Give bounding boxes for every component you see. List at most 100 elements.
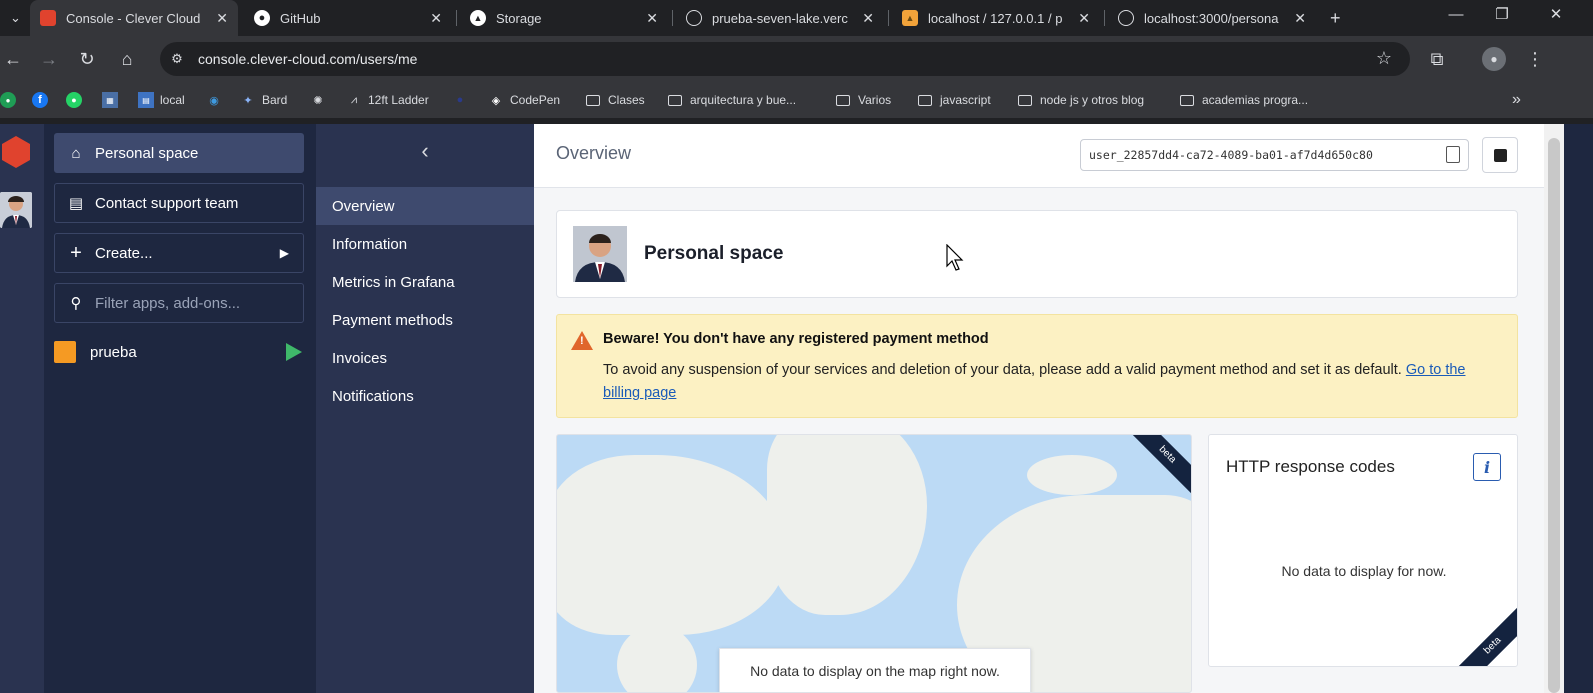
tab-localhost[interactable]: localhost:3000/persona ✕ <box>1108 0 1316 36</box>
bookmark-camera[interactable]: ◉ <box>206 91 228 109</box>
tab-github[interactable]: ● GitHub ✕ <box>244 0 452 36</box>
tab-separator <box>456 10 457 26</box>
new-tab-button[interactable]: + <box>1320 0 1350 36</box>
collapse-chevron-icon[interactable]: ‹ <box>316 136 534 166</box>
bookmark-blank[interactable]: ● <box>452 91 474 109</box>
close-icon[interactable]: ✕ <box>1078 10 1090 27</box>
site-info-icon[interactable]: ⚙ <box>168 50 186 68</box>
tab-separator <box>888 10 889 26</box>
map-landmass <box>557 455 787 635</box>
bookmark-folder-academias[interactable]: academias progra... <box>1180 91 1308 109</box>
contact-support-button[interactable]: ▤ Contact support team <box>54 183 304 223</box>
right-edge <box>1564 124 1593 693</box>
bookmark-calendar[interactable]: ▦ <box>102 91 124 109</box>
clipboard-icon[interactable] <box>1446 146 1460 163</box>
search-icon: ⚲ <box>70 295 82 312</box>
app-item-prueba[interactable]: prueba <box>54 338 304 366</box>
close-icon[interactable]: ✕ <box>1294 10 1306 27</box>
bookmark-label: local <box>160 93 185 107</box>
world-map[interactable]: beta No data to display on the map right… <box>556 434 1192 693</box>
create-button[interactable]: + Create... ▶ <box>54 233 304 273</box>
sub-navigation: ‹ Overview Information Metrics in Grafan… <box>316 124 534 693</box>
clever-cloud-console: ⌂ Personal space ▤ Contact support team … <box>0 124 1593 693</box>
bookmark-label: Clases <box>608 93 645 107</box>
subnav-metrics[interactable]: Metrics in Grafana <box>316 263 534 301</box>
tab-search-button[interactable]: ⌄ <box>0 0 30 36</box>
folder-icon <box>836 94 850 106</box>
bookmark-folder-nodejs[interactable]: node js y otros blog <box>1018 91 1144 109</box>
url-text[interactable]: console.clever-cloud.com/users/me <box>198 51 417 67</box>
subnav-invoices[interactable]: Invoices <box>316 339 534 377</box>
tab-title: GitHub <box>280 10 321 26</box>
vercel-icon: ▲ <box>470 10 486 26</box>
running-status-icon <box>286 343 302 361</box>
address-bar[interactable]: ⚙ console.clever-cloud.com/users/me ☆ <box>160 42 1410 76</box>
folder-icon <box>1180 94 1194 106</box>
copy-button[interactable] <box>1482 137 1518 173</box>
mouse-cursor-icon <box>946 244 964 271</box>
main-content: Overview user_22857dd4-ca72-4089-ba01-af… <box>534 124 1544 693</box>
bookmark-whatsapp[interactable]: ● <box>66 91 88 109</box>
tab-phpmyadmin[interactable]: ▲ localhost / 127.0.0.1 / p ✕ <box>892 0 1100 36</box>
bookmark-star-icon[interactable]: ☆ <box>1376 48 1392 69</box>
subnav-overview[interactable]: Overview <box>316 187 534 225</box>
user-avatar[interactable] <box>0 192 32 228</box>
scrollbar-thumb[interactable] <box>1548 138 1560 693</box>
map-landmass <box>617 625 697 692</box>
github-icon: ● <box>254 10 270 26</box>
tab-console[interactable]: Console - Clever Cloud ✕ <box>30 0 238 36</box>
bookmark-folder-javascript[interactable]: javascript <box>918 91 991 109</box>
bookmark-label: Bard <box>262 93 288 107</box>
bookmark-12ft[interactable]: ⩘ 12ft Ladder <box>346 91 429 109</box>
personal-space-button[interactable]: ⌂ Personal space <box>54 133 304 173</box>
clever-cloud-icon <box>40 10 56 26</box>
bookmark-codepen[interactable]: ◈ CodePen <box>488 91 560 109</box>
subnav-notifications[interactable]: Notifications <box>316 377 534 415</box>
bookmark-generic-icon: ● <box>456 94 464 106</box>
contact-support-label: Contact support team <box>95 194 239 212</box>
subnav-payment-methods[interactable]: Payment methods <box>316 301 534 339</box>
personal-space-label: Personal space <box>95 144 199 162</box>
folder-icon <box>918 94 932 106</box>
user-id-field[interactable]: user_22857dd4-ca72-4089-ba01-af7d4d650c8… <box>1080 139 1469 171</box>
info-icon[interactable]: i <box>1473 453 1501 481</box>
tab-separator <box>1104 10 1105 26</box>
folder-icon <box>586 94 600 106</box>
maximize-button[interactable]: ❐ <box>1479 0 1525 28</box>
bookmark-local[interactable]: ▤ local <box>138 91 185 109</box>
bookmark-bard[interactable]: ✦ Bard <box>240 91 287 109</box>
bookmark-ed[interactable]: ● <box>0 91 22 109</box>
bookmark-folder-clases[interactable]: Clases <box>586 91 645 109</box>
tab-prueba[interactable]: prueba-seven-lake.verc ✕ <box>676 0 884 36</box>
calendar-icon: ▦ <box>102 92 118 108</box>
bookmark-folder-varios[interactable]: Varios <box>836 91 891 109</box>
forward-icon[interactable]: → <box>36 46 62 72</box>
extensions-icon[interactable]: ⧉ <box>1424 46 1450 72</box>
more-bookmarks-button[interactable]: » <box>1512 91 1521 109</box>
home-icon: ⌂ <box>71 144 81 162</box>
plus-icon: + <box>70 241 82 264</box>
profile-avatar[interactable]: ● <box>1482 47 1506 71</box>
home-icon[interactable]: ⌂ <box>114 46 140 72</box>
ladder-icon: ⩘ <box>350 93 358 106</box>
close-icon[interactable]: ✕ <box>430 10 442 27</box>
main-header: Overview user_22857dd4-ca72-4089-ba01-af… <box>534 124 1544 188</box>
close-icon[interactable]: ✕ <box>216 10 228 27</box>
tab-title: prueba-seven-lake.verc <box>712 10 848 26</box>
clever-cloud-logo[interactable] <box>2 136 30 168</box>
bookmark-folder-arquitectura[interactable]: arquitectura y bue... <box>668 91 796 109</box>
menu-icon[interactable]: ⋮ <box>1522 46 1548 72</box>
close-window-button[interactable]: ✕ <box>1533 0 1579 28</box>
close-icon[interactable]: ✕ <box>646 10 658 27</box>
subnav-information[interactable]: Information <box>316 225 534 263</box>
tab-storage[interactable]: ▲ Storage ✕ <box>460 0 668 36</box>
filter-input[interactable]: ⚲ Filter apps, add-ons... <box>54 283 304 323</box>
reload-icon[interactable]: ↻ <box>74 46 100 72</box>
minimize-button[interactable]: — <box>1433 0 1479 28</box>
beta-ribbon: beta <box>1131 435 1191 495</box>
back-icon[interactable]: ← <box>0 46 26 72</box>
bookmark-facebook[interactable]: f <box>32 91 54 109</box>
close-icon[interactable]: ✕ <box>862 10 874 27</box>
bookmark-openai[interactable]: ✺ <box>310 91 332 109</box>
scrollbar[interactable] <box>1544 124 1564 693</box>
